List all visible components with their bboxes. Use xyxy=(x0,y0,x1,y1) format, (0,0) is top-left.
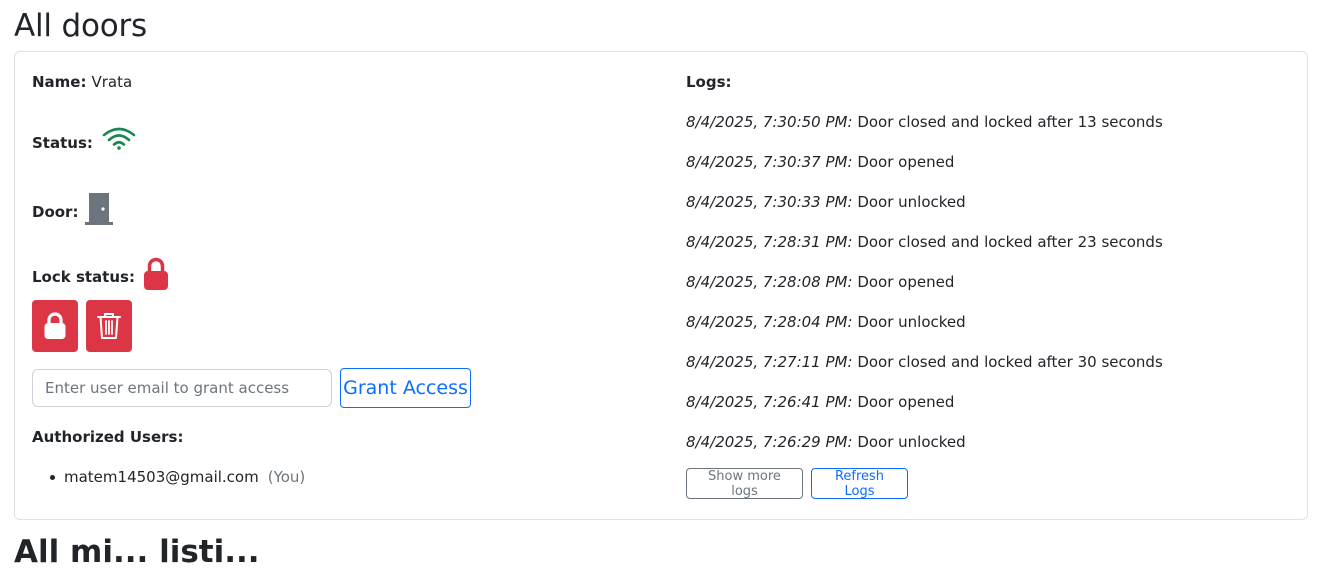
log-message: Door opened xyxy=(857,273,955,291)
log-time: 8/4/2025, 7:28:31 PM: xyxy=(686,233,853,251)
delete-door-button[interactable] xyxy=(86,300,132,352)
lock-button[interactable] xyxy=(32,300,78,352)
grant-email-input[interactable] xyxy=(32,369,332,407)
door-name-row: Name: Vrata xyxy=(32,72,132,92)
grant-access-button[interactable]: Grant Access xyxy=(340,368,471,408)
log-entry: 8/4/2025, 7:26:41 PM: Door opened xyxy=(686,392,1163,432)
logs-list: 8/4/2025, 7:30:50 PM: Door closed and lo… xyxy=(686,112,1163,472)
log-time: 8/4/2025, 7:30:33 PM: xyxy=(686,193,853,211)
wifi-icon xyxy=(102,127,136,150)
door-card: Name: Vrata Status: Door: Lock status: E… xyxy=(14,51,1308,520)
log-message: Door closed and locked after 23 seconds xyxy=(857,233,1163,251)
user-email: matem14503@gmail.com xyxy=(64,468,259,486)
log-message: Door opened xyxy=(857,393,955,411)
log-message: Door unlocked xyxy=(857,193,966,211)
door-closed-icon xyxy=(85,193,114,225)
log-entry: 8/4/2025, 7:26:29 PM: Door unlocked xyxy=(686,432,1163,472)
log-entry: 8/4/2025, 7:28:08 PM: Door opened xyxy=(686,272,1163,312)
log-entry: 8/4/2025, 7:28:31 PM: Door closed and lo… xyxy=(686,232,1163,272)
page-title: All doors xyxy=(14,8,147,44)
log-entry: 8/4/2025, 7:30:50 PM: Door closed and lo… xyxy=(686,112,1163,152)
bullet-dot xyxy=(50,474,55,480)
next-section-title: All mi... listi... xyxy=(14,534,260,570)
log-message: Door unlocked xyxy=(857,313,966,331)
log-entry: 8/4/2025, 7:30:37 PM: Door opened xyxy=(686,152,1163,192)
authorized-users-heading: Authorized Users: xyxy=(32,428,184,446)
logs-panel: Logs: 8/4/2025, 7:30:50 PM: Door closed … xyxy=(686,52,1286,519)
trash-icon xyxy=(97,313,121,339)
refresh-logs-button[interactable]: Refresh Logs xyxy=(811,468,908,499)
log-message: Door closed and locked after 30 seconds xyxy=(857,353,1163,371)
log-time: 8/4/2025, 7:28:04 PM: xyxy=(686,313,853,331)
log-time: 8/4/2025, 7:28:08 PM: xyxy=(686,273,853,291)
logs-heading: Logs: xyxy=(686,73,732,91)
name-label: Name: xyxy=(32,73,87,91)
list-item: matem14503@gmail.com (You) xyxy=(32,466,305,488)
door-details: Name: Vrata Status: Door: Lock status: E… xyxy=(32,52,652,519)
status-label: Status: xyxy=(32,134,93,152)
log-entry: 8/4/2025, 7:30:33 PM: Door unlocked xyxy=(686,192,1163,232)
door-row: Door: xyxy=(32,193,114,229)
authorized-users-list: matem14503@gmail.com (You) xyxy=(32,466,305,488)
log-time: 8/4/2025, 7:26:29 PM: xyxy=(686,433,853,451)
door-name-value: Vrata xyxy=(91,73,133,91)
lock-status-label: Lock status: xyxy=(32,268,135,286)
lock-icon xyxy=(143,257,168,290)
show-more-logs-button[interactable]: Show more logs xyxy=(686,468,803,499)
log-time: 8/4/2025, 7:30:50 PM: xyxy=(686,113,853,131)
log-message: Door unlocked xyxy=(857,433,966,451)
status-row: Status: xyxy=(32,127,136,155)
log-time: 8/4/2025, 7:26:41 PM: xyxy=(686,393,853,411)
log-entry: 8/4/2025, 7:28:04 PM: Door unlocked xyxy=(686,312,1163,352)
log-time: 8/4/2025, 7:27:11 PM: xyxy=(686,353,853,371)
log-time: 8/4/2025, 7:30:37 PM: xyxy=(686,153,853,171)
door-label: Door: xyxy=(32,203,79,221)
log-message: Door closed and locked after 13 seconds xyxy=(857,113,1163,131)
log-entry: 8/4/2025, 7:27:11 PM: Door closed and lo… xyxy=(686,352,1163,392)
lock-status-row: Lock status: xyxy=(32,257,170,295)
current-user-tag: (You) xyxy=(267,468,306,486)
log-message: Door opened xyxy=(857,153,955,171)
lock-icon xyxy=(44,312,66,339)
